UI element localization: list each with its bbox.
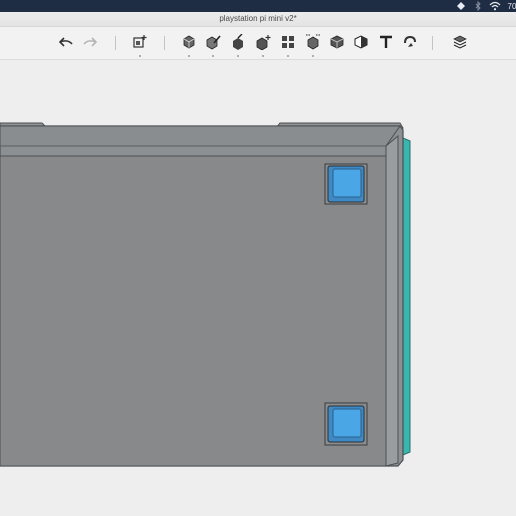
insert-icon[interactable]	[352, 33, 370, 51]
sketch-create-icon[interactable]	[131, 33, 149, 57]
undo-icon[interactable]	[57, 33, 75, 51]
3d-viewport[interactable]	[0, 60, 516, 516]
redo-icon[interactable]	[81, 33, 99, 51]
text-icon[interactable]	[377, 33, 395, 51]
feedback-icon[interactable]	[454, 0, 468, 12]
box-create-icon[interactable]	[180, 33, 198, 57]
sculpt-icon[interactable]	[229, 33, 247, 57]
button-top-right[interactable]	[324, 163, 368, 205]
wifi-icon[interactable]	[488, 0, 502, 12]
joint-icon[interactable]	[279, 33, 297, 57]
side-panel-accent	[402, 137, 411, 456]
toolbar-separator	[432, 36, 433, 50]
construct-icon[interactable]	[304, 33, 322, 57]
toolbar-separator	[115, 36, 116, 50]
battery-percentage: 70	[507, 1, 516, 11]
right-bevel	[385, 134, 399, 467]
main-toolbar	[0, 27, 516, 60]
snap-icon[interactable]	[401, 33, 419, 51]
button-bottom-right[interactable]	[324, 402, 368, 446]
window-titlebar: playstation pi mini v2*	[0, 12, 516, 27]
modify-icon[interactable]	[204, 33, 222, 57]
inspect-icon[interactable]	[328, 33, 346, 51]
model-canvas[interactable]	[0, 60, 516, 516]
toolbar-separator	[164, 36, 165, 50]
component-stack-icon[interactable]	[451, 33, 469, 51]
window-title: playstation pi mini v2*	[219, 14, 297, 23]
system-menubar: 70	[0, 0, 516, 12]
bluetooth-icon[interactable]	[473, 0, 483, 12]
top-rim	[0, 125, 401, 147]
assemble-icon[interactable]	[254, 33, 272, 57]
